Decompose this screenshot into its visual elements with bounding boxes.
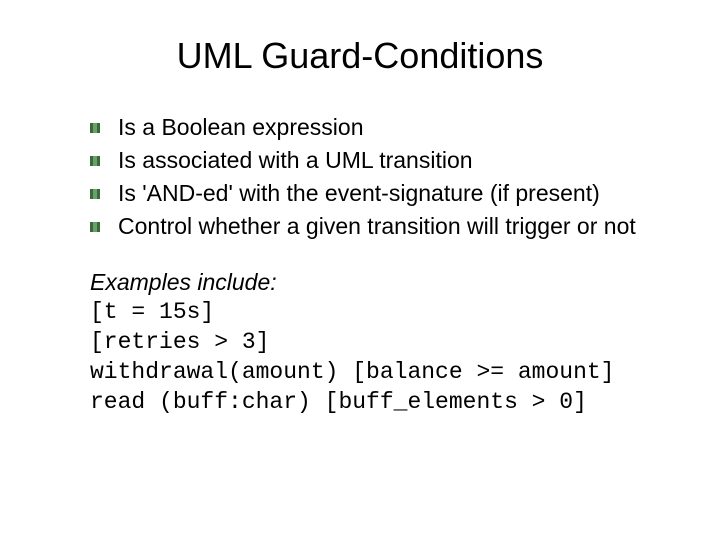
list-item: Control whether a given transition will … [90,211,650,242]
bullet-text: Is 'AND-ed' with the event-signature (if… [118,180,600,206]
list-item: Is 'AND-ed' with the event-signature (if… [90,178,650,209]
example-line: [retries > 3] [90,328,650,358]
bullet-icon [90,222,100,232]
list-item: Is associated with a UML transition [90,145,650,176]
bullet-icon [90,156,100,166]
example-line: read (buff:char) [buff_elements > 0] [90,388,650,418]
page-title: UML Guard-Conditions [50,35,670,77]
example-line: [t = 15s] [90,298,650,328]
examples-heading: Examples include: [90,267,650,298]
example-line: withdrawal(amount) [balance >= amount] [90,358,650,388]
list-item: Is a Boolean expression [90,112,650,143]
bullet-text: Is a Boolean expression [118,114,364,140]
examples-section: Examples include: [t = 15s] [retries > 3… [90,267,650,418]
bullet-text: Control whether a given transition will … [118,213,636,239]
bullet-list: Is a Boolean expression Is associated wi… [90,112,650,242]
bullet-text: Is associated with a UML transition [118,147,473,173]
bullet-icon [90,189,100,199]
bullet-icon [90,123,100,133]
